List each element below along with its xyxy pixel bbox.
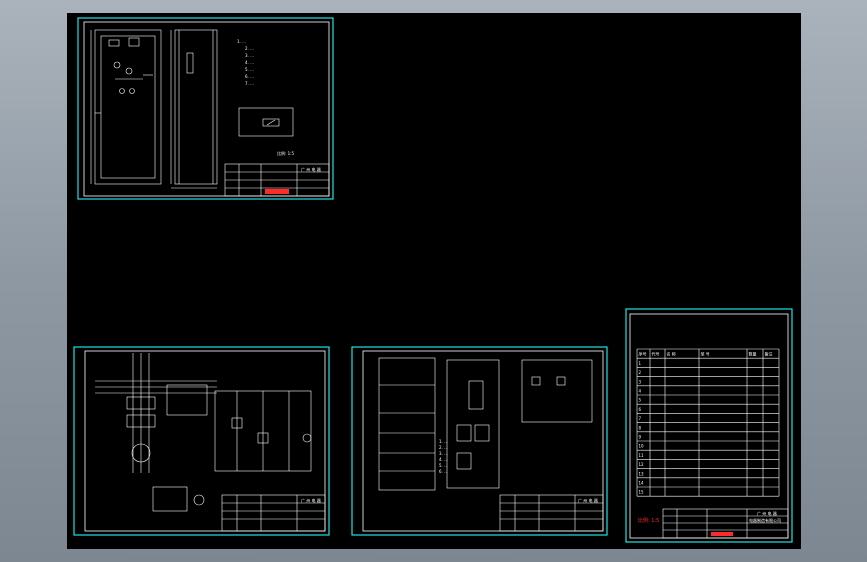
- red-title-stamp: [265, 189, 289, 194]
- sheet-cabinet-outline[interactable]: 1. ... 2. ... 3. ... 4. ... 5. ... 6. ..…: [77, 17, 334, 200]
- title-block: 广 州 电 器: [499, 494, 604, 532]
- cad-model-space[interactable]: 1. ... 2. ... 3. ... 4. ... 5. ... 6. ..…: [67, 13, 801, 549]
- note-line: 5. ...: [245, 67, 254, 72]
- note-line: 5. ...: [439, 463, 448, 468]
- table-cell: 12: [639, 462, 645, 467]
- table-header-cell: 名 称: [667, 351, 676, 357]
- sheet-border: [629, 313, 789, 539]
- company-name-line2: 电器制造有限公司: [749, 517, 781, 523]
- red-title-stamp: [711, 532, 733, 536]
- mounting-plate: [378, 357, 436, 491]
- note-line: 1. ...: [439, 439, 448, 444]
- table-cell: 10: [639, 444, 645, 449]
- table-cell: 15: [639, 490, 645, 495]
- cabinet-side: [174, 29, 218, 185]
- table-cell: 6: [639, 407, 642, 412]
- table-cell: 3: [639, 379, 642, 384]
- sheet-schematic[interactable]: 广 州 电 器: [73, 346, 330, 536]
- note-line: 3. ...: [439, 451, 448, 456]
- company-name: 广 州 电 器: [578, 497, 598, 503]
- note-line: 1. ...: [237, 39, 246, 44]
- table-header-cell: 代号: [652, 351, 660, 357]
- company-name: 广 州 电 器: [301, 497, 321, 503]
- note-line: 4. ...: [245, 60, 254, 65]
- title-block: 广 州 电 器 电器制造有限公司: [662, 508, 789, 539]
- table-cell: 2: [639, 370, 642, 375]
- sheet-frame: [73, 346, 330, 536]
- nameplate-detail: [238, 107, 294, 137]
- notes-block: 1. ... 2. ... 3. ... 4. ... 5. ... 6. ..…: [237, 39, 254, 86]
- title-block: 广 州 电 器: [221, 494, 326, 532]
- scale-label: 比例: 1:5: [638, 517, 659, 524]
- sheet-panel-layout[interactable]: 1. ... 2. ... 3. ... 4. ... 5. ... 6. ..…: [351, 346, 608, 536]
- table-cell: 7: [639, 416, 642, 421]
- table-cell: 11: [639, 453, 645, 458]
- table-header-cell: 序号: [639, 351, 647, 357]
- table-cell: 4: [639, 389, 642, 394]
- door-layout: [446, 359, 500, 489]
- sheet-border: [83, 21, 330, 197]
- drawing-area[interactable]: 1. ... 2. ... 3. ... 4. ... 5. ... 6. ..…: [67, 13, 801, 549]
- company-name: 广 州 电 器: [757, 510, 777, 516]
- table-cell: 5: [639, 398, 642, 403]
- sheet-frame: [625, 308, 793, 543]
- note-line: 2. ...: [245, 46, 254, 51]
- note-line: 2. ...: [439, 445, 448, 450]
- bom-table: 序号 代号名 称型 号数量 备注123456789101112131415: [636, 348, 780, 497]
- table-header-cell: 数量: [749, 351, 757, 357]
- scale-label: 比例: 1:5: [277, 150, 295, 156]
- sheet-bom[interactable]: 序号 代号名 称型 号数量 备注123456789101112131415 比例: …: [625, 308, 793, 543]
- table-cell: 13: [639, 471, 645, 476]
- cabinet-front: [94, 29, 162, 185]
- table-header-cell: 型 号: [701, 351, 710, 357]
- note-line: 4. ...: [439, 457, 448, 462]
- table-header-cell: 备注: [765, 351, 773, 357]
- notes-block: 1. ... 2. ... 3. ... 4. ... 5. ... 6. ..…: [439, 439, 448, 474]
- note-line: 6. ...: [439, 469, 448, 474]
- table-cell: 9: [639, 435, 642, 440]
- note-line: 3. ...: [245, 53, 254, 58]
- note-line: 7. ...: [245, 81, 254, 86]
- company-name: 广 州 电 器: [301, 166, 321, 172]
- table-cell: 1: [639, 361, 642, 366]
- nameplate: [521, 359, 593, 423]
- table-cell: 14: [639, 481, 645, 486]
- note-line: 6. ...: [245, 74, 254, 79]
- title-block: 广 州 电 器: [224, 163, 330, 197]
- table-cell: 8: [639, 425, 642, 430]
